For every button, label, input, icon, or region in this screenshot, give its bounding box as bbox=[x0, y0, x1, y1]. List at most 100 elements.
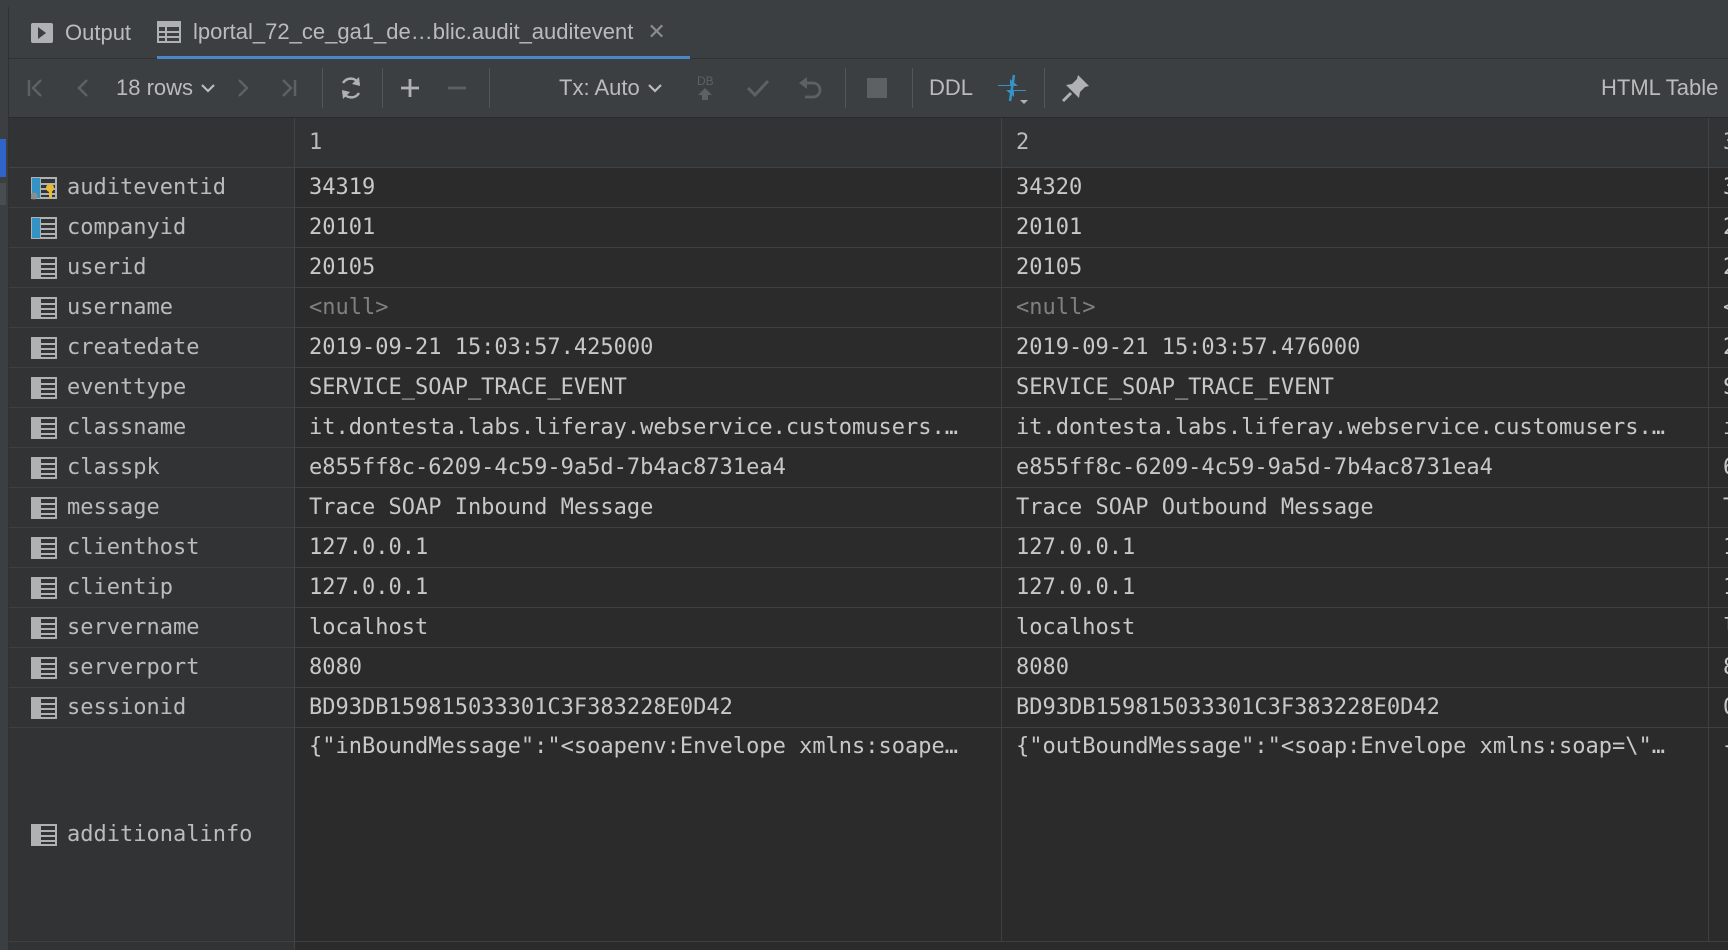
delete-row-button[interactable] bbox=[446, 59, 468, 117]
indexed-column-icon bbox=[31, 216, 57, 239]
cell-createdate[interactable]: 2 bbox=[1709, 328, 1728, 368]
cell-auditeventid[interactable]: 34320 bbox=[1002, 168, 1709, 208]
cell-classpk[interactable]: e855ff8c-6209-4c59-9a5d-7b4ac8731ea4 bbox=[295, 448, 1002, 488]
row-header-userid[interactable]: userid bbox=[9, 248, 294, 288]
cell-companyid[interactable]: 20101 bbox=[295, 208, 1002, 248]
row-header-classpk[interactable]: classpk bbox=[9, 448, 294, 488]
close-icon[interactable]: ✕ bbox=[647, 19, 665, 45]
cell-clienthost[interactable]: 1 bbox=[1709, 528, 1728, 568]
cell-companyid[interactable]: 20101 bbox=[1002, 208, 1709, 248]
cell-createdate[interactable]: 2019-09-21 15:03:57.476000 bbox=[1002, 328, 1709, 368]
cell-servername[interactable]: localhost bbox=[1002, 608, 1709, 648]
cell-value: 2019-09-21 15:03:57.476000 bbox=[1016, 335, 1361, 360]
row-header-eventtype[interactable]: eventtype bbox=[9, 368, 294, 408]
cell-classname[interactable]: it.dontesta.labs.liferay.webservice.cust… bbox=[295, 408, 1002, 448]
column-header[interactable]: 1 bbox=[295, 118, 1002, 168]
cell-value: 2019-09-21 15:03:57.425000 bbox=[309, 335, 654, 360]
cell-serverport[interactable]: 8 bbox=[1709, 648, 1728, 688]
row-header-sessionid[interactable]: sessionid bbox=[9, 688, 294, 728]
field-name: additionalinfo bbox=[67, 822, 253, 847]
row-header-message[interactable]: message bbox=[9, 488, 294, 528]
cell-username[interactable]: <null> bbox=[1002, 288, 1709, 328]
toolbar-separator bbox=[845, 68, 846, 108]
cell-classpk[interactable]: 6 bbox=[1709, 448, 1728, 488]
cell-eventtype[interactable]: S bbox=[1709, 368, 1728, 408]
tab-output[interactable]: Output bbox=[31, 7, 131, 58]
transaction-mode-dropdown[interactable]: Tx: Auto bbox=[559, 59, 664, 117]
next-page-button[interactable] bbox=[231, 59, 253, 117]
cell-value: 0 bbox=[1723, 695, 1728, 720]
cell-userid[interactable]: 20105 bbox=[295, 248, 1002, 288]
cell-value: <null> bbox=[1016, 295, 1096, 320]
cell-eventtype[interactable]: SERVICE_SOAP_TRACE_EVENT bbox=[295, 368, 1002, 408]
column-header[interactable]: 2 bbox=[1002, 118, 1709, 168]
cell-sessionid[interactable]: BD93DB159815033301C3F383228E0D42 bbox=[295, 688, 1002, 728]
chevron-left-icon bbox=[77, 79, 88, 97]
cell-additionalinfo[interactable]: { bbox=[1709, 728, 1728, 942]
rows-count-dropdown[interactable]: 18 rows bbox=[116, 59, 217, 117]
cell-username[interactable]: <null> bbox=[295, 288, 1002, 328]
row-header-servername[interactable]: servername bbox=[9, 608, 294, 648]
cell-clienthost[interactable]: 127.0.0.1 bbox=[1002, 528, 1709, 568]
cell-clientip[interactable]: 1 bbox=[1709, 568, 1728, 608]
cell-sessionid[interactable]: BD93DB159815033301C3F383228E0D42 bbox=[1002, 688, 1709, 728]
cell-userid[interactable]: 20105 bbox=[1002, 248, 1709, 288]
cell-sessionid[interactable]: 0 bbox=[1709, 688, 1728, 728]
row-header-auditeventid[interactable]: auditeventid bbox=[9, 168, 294, 208]
row-header-classname[interactable]: classname bbox=[9, 408, 294, 448]
cell-message[interactable]: Trace SOAP Inbound Message bbox=[295, 488, 1002, 528]
field-name: classpk bbox=[67, 455, 160, 480]
cell-classpk[interactable]: e855ff8c-6209-4c59-9a5d-7b4ac8731ea4 bbox=[1002, 448, 1709, 488]
row-header-clientip[interactable]: clientip bbox=[9, 568, 294, 608]
view-mode-selector[interactable]: HTML Table bbox=[1601, 59, 1718, 117]
cell-value: 8080 bbox=[1016, 655, 1069, 680]
cell-userid[interactable]: 2 bbox=[1709, 248, 1728, 288]
cell-classname[interactable]: i bbox=[1709, 408, 1728, 448]
previous-page-button[interactable] bbox=[73, 59, 95, 117]
cell-classname[interactable]: it.dontesta.labs.liferay.webservice.cust… bbox=[1002, 408, 1709, 448]
cell-createdate[interactable]: 2019-09-21 15:03:57.425000 bbox=[295, 328, 1002, 368]
gutter-item[interactable] bbox=[0, 183, 6, 205]
tab-audit-auditevent[interactable]: lportal_72_ce_ga1_de…blic.audit_auditeve… bbox=[157, 7, 690, 59]
rollback-button[interactable] bbox=[797, 59, 823, 117]
row-header-createdate[interactable]: createdate bbox=[9, 328, 294, 368]
ddl-button[interactable]: DDL bbox=[929, 59, 973, 117]
row-header-clienthost[interactable]: clienthost bbox=[9, 528, 294, 568]
cell-serverport[interactable]: 8080 bbox=[295, 648, 1002, 688]
first-page-button[interactable] bbox=[25, 59, 47, 117]
submit-db-button[interactable]: DB bbox=[697, 59, 714, 117]
row-header-additionalinfo[interactable]: additionalinfo bbox=[9, 728, 294, 942]
cell-message[interactable]: Trace SOAP Outbound Message bbox=[1002, 488, 1709, 528]
cell-servername[interactable]: localhost bbox=[295, 608, 1002, 648]
column-icon bbox=[31, 456, 57, 479]
cell-servername[interactable]: l bbox=[1709, 608, 1728, 648]
cell-clientip[interactable]: 127.0.0.1 bbox=[1002, 568, 1709, 608]
cell-eventtype[interactable]: SERVICE_SOAP_TRACE_EVENT bbox=[1002, 368, 1709, 408]
pin-tab-button[interactable] bbox=[1061, 59, 1091, 117]
cell-auditeventid[interactable]: 34319 bbox=[295, 168, 1002, 208]
cell-clientip[interactable]: 127.0.0.1 bbox=[295, 568, 1002, 608]
compare-button[interactable] bbox=[996, 59, 1030, 117]
last-page-button[interactable] bbox=[277, 59, 299, 117]
column-header[interactable]: 3 bbox=[1709, 118, 1728, 168]
add-row-button[interactable] bbox=[399, 59, 421, 117]
cell-auditeventid[interactable]: 3 bbox=[1709, 168, 1728, 208]
transaction-mode-label: Tx: Auto bbox=[559, 75, 640, 100]
cell-message[interactable]: T bbox=[1709, 488, 1728, 528]
cell-username[interactable]: < bbox=[1709, 288, 1728, 328]
cell-additionalinfo[interactable]: {"outBoundMessage":"<soap:Envelope xmlns… bbox=[1002, 728, 1709, 942]
upload-arrow-icon bbox=[698, 88, 713, 100]
commit-button[interactable] bbox=[745, 59, 771, 117]
row-header-username[interactable]: username bbox=[9, 288, 294, 328]
toolbar-separator bbox=[489, 68, 490, 108]
cell-clienthost[interactable]: 127.0.0.1 bbox=[295, 528, 1002, 568]
column-icon bbox=[31, 496, 57, 519]
cell-serverport[interactable]: 8080 bbox=[1002, 648, 1709, 688]
cell-companyid[interactable]: 2 bbox=[1709, 208, 1728, 248]
cell-additionalinfo[interactable]: {"inBoundMessage":"<soapenv:Envelope xml… bbox=[295, 728, 1002, 942]
table-icon bbox=[157, 20, 181, 43]
refresh-button[interactable] bbox=[338, 59, 364, 117]
row-header-companyid[interactable]: companyid bbox=[9, 208, 294, 248]
row-header-serverport[interactable]: serverport bbox=[9, 648, 294, 688]
cancel-running-button[interactable] bbox=[867, 59, 887, 117]
